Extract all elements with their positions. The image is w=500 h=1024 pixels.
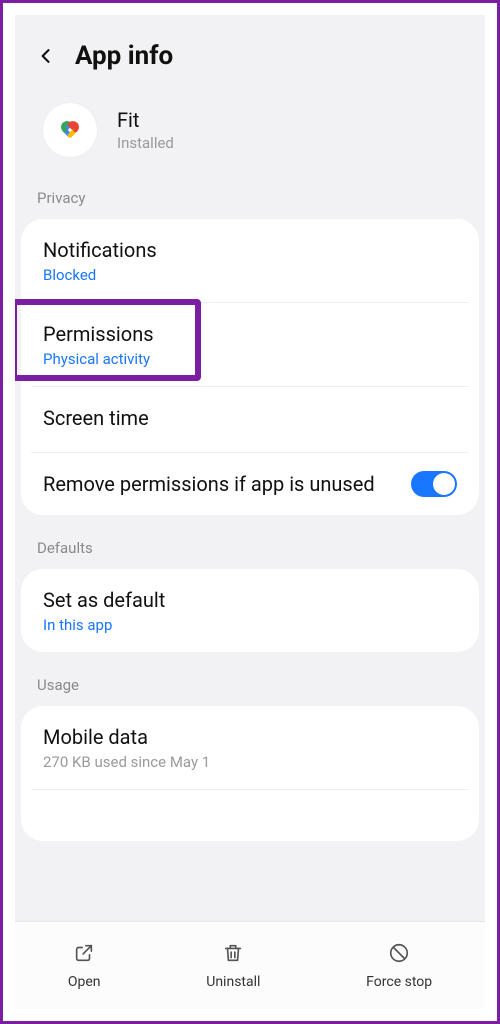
page-title: App info bbox=[75, 41, 173, 71]
mobile-data-item[interactable]: Mobile data 270 KB used since May 1 bbox=[21, 706, 479, 789]
mobile-data-sub: 270 KB used since May 1 bbox=[43, 753, 457, 771]
section-privacy-label: Privacy bbox=[15, 183, 485, 219]
permissions-item[interactable]: Permissions Physical activity bbox=[21, 303, 479, 386]
uninstall-button[interactable]: Uninstall bbox=[206, 942, 260, 990]
uninstall-label: Uninstall bbox=[206, 974, 260, 990]
stop-icon bbox=[388, 942, 410, 968]
defaults-card: Set as default In this app bbox=[21, 569, 479, 652]
truncated-item bbox=[21, 790, 479, 841]
notifications-sub: Blocked bbox=[43, 266, 457, 284]
set-default-item[interactable]: Set as default In this app bbox=[21, 569, 479, 652]
set-default-sub: In this app bbox=[43, 616, 457, 634]
screen-time-item[interactable]: Screen time bbox=[21, 387, 479, 452]
app-icon bbox=[43, 103, 97, 157]
open-label: Open bbox=[68, 974, 101, 990]
permissions-title: Permissions bbox=[43, 321, 457, 347]
app-status: Installed bbox=[117, 134, 174, 152]
force-stop-label: Force stop bbox=[366, 974, 432, 990]
section-defaults-label: Defaults bbox=[15, 533, 485, 569]
set-default-title: Set as default bbox=[43, 587, 457, 613]
permissions-sub: Physical activity bbox=[43, 350, 457, 368]
app-summary: Fit Installed bbox=[15, 89, 485, 183]
notifications-title: Notifications bbox=[43, 237, 457, 263]
bottom-action-bar: Open Uninstall Force stop bbox=[15, 921, 485, 1009]
privacy-card: Notifications Blocked Permissions Physic… bbox=[21, 219, 479, 515]
section-usage-label: Usage bbox=[15, 670, 485, 706]
remove-permissions-switch[interactable] bbox=[411, 471, 457, 497]
remove-permissions-title: Remove permissions if app is unused bbox=[43, 471, 395, 497]
open-icon bbox=[73, 942, 95, 968]
app-name: Fit bbox=[117, 108, 174, 132]
back-icon[interactable] bbox=[35, 45, 57, 67]
open-button[interactable]: Open bbox=[68, 942, 101, 990]
screen-time-title: Screen time bbox=[43, 405, 457, 431]
remove-permissions-item[interactable]: Remove permissions if app is unused bbox=[21, 453, 479, 515]
mobile-data-title: Mobile data bbox=[43, 724, 457, 750]
usage-card: Mobile data 270 KB used since May 1 bbox=[21, 706, 479, 841]
force-stop-button[interactable]: Force stop bbox=[366, 942, 432, 990]
notifications-item[interactable]: Notifications Blocked bbox=[21, 219, 479, 302]
trash-icon bbox=[222, 942, 244, 968]
